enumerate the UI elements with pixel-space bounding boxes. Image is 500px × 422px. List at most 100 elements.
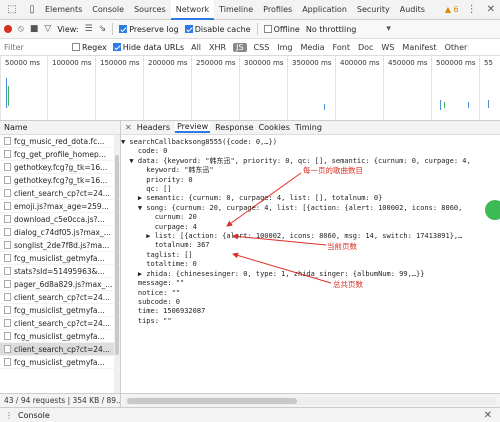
request-marker [444, 102, 445, 108]
request-list-scrollbar[interactable] [114, 135, 120, 393]
timeline-tick: 200000 ms [143, 56, 187, 120]
request-row[interactable]: stats?sId=51495963&... [0, 265, 120, 278]
type-img[interactable]: Img [276, 43, 293, 52]
record-icon[interactable] [4, 25, 12, 33]
request-row[interactable]: client_search_cp?ct=24... [0, 317, 120, 330]
close-detail-icon[interactable]: ✕ [125, 123, 132, 132]
request-row[interactable]: emoji.js?max_age=259... [0, 200, 120, 213]
request-row[interactable]: gethotkey.fcg?g_tk=16... [0, 174, 120, 187]
preview-line: time: 1506932087 [121, 307, 206, 316]
tab-network[interactable]: Network [170, 0, 215, 20]
preview-line: tips: "" [121, 316, 172, 325]
throttling-select[interactable]: No throttling [306, 25, 357, 34]
preview-line: ▶ list: [{action: {alert: 100002, icons:… [121, 232, 463, 241]
request-row[interactable]: fcg_musiclist_getmyfa... [0, 330, 120, 343]
name-column-header[interactable]: Name [0, 121, 120, 135]
file-icon [4, 150, 11, 158]
timeline-tick: 55 [479, 56, 493, 120]
request-row[interactable]: gethotkey.fcg?g_tk=16... [0, 161, 120, 174]
timeline-overview[interactable]: 50000 ms 100000 ms 150000 ms 200000 ms 2… [0, 56, 500, 121]
clear-icon[interactable]: ⦸ [18, 24, 24, 34]
preserve-log-checkbox[interactable]: Preserve log [119, 25, 179, 34]
file-icon [4, 319, 11, 327]
disable-cache-checkbox[interactable]: Disable cache [184, 25, 251, 34]
request-row[interactable]: client_search_cp?ct=24... [0, 187, 120, 200]
type-xhr[interactable]: XHR [208, 43, 227, 52]
detail-tabs: ✕ Headers Preview Response Cookies Timin… [121, 121, 500, 135]
request-row[interactable]: pager_6d8a829.js?max_... [0, 278, 120, 291]
type-media[interactable]: Media [300, 43, 326, 52]
tab-response[interactable]: Response [215, 123, 253, 132]
file-icon [4, 189, 11, 197]
tab-console[interactable]: Console [87, 0, 129, 20]
warning-badge[interactable]: ▲ 6 [442, 5, 462, 14]
type-ws[interactable]: WS [380, 43, 395, 52]
request-row[interactable]: dialog_c74df05.js?max_... [0, 226, 120, 239]
filter-input[interactable] [4, 41, 66, 53]
request-detail: ✕ Headers Preview Response Cookies Timin… [121, 121, 500, 393]
preview-line: totalnum: 367 [121, 241, 210, 250]
request-row[interactable]: fcg_musiclist_getmyfa... [0, 252, 120, 265]
request-name: emoji.js?max_age=259... [14, 201, 109, 211]
more-menu-icon[interactable]: ⋮ [462, 4, 482, 15]
request-name: fcg_music_red_dota.fc... [14, 136, 105, 146]
type-manifest[interactable]: Manifest [401, 43, 437, 52]
drawer-tab-console[interactable]: Console [18, 411, 50, 420]
offline-checkbox[interactable]: Offline [263, 25, 300, 34]
camera-icon[interactable]: ■ [30, 24, 39, 34]
preview-line: totaltime: 0 [121, 260, 197, 269]
scrollbar-thumb[interactable] [115, 155, 119, 355]
type-js[interactable]: JS [233, 42, 247, 52]
tab-elements[interactable]: Elements [40, 0, 87, 20]
preview-line: subcode: 0 [121, 297, 181, 306]
tab-preview[interactable]: Preview [175, 122, 211, 133]
overview-icon[interactable]: ⇘ [99, 24, 107, 34]
request-row[interactable]: client_search_cp?ct=24... [0, 291, 120, 304]
request-row[interactable]: songlist_2de7f8d.js?ma... [0, 239, 120, 252]
tab-profiles[interactable]: Profiles [258, 0, 297, 20]
tab-application[interactable]: Application [297, 0, 352, 20]
tab-security[interactable]: Security [352, 0, 395, 20]
inspect-icon[interactable]: ⬚ [4, 2, 20, 18]
type-other[interactable]: Other [444, 43, 469, 52]
divider [112, 23, 114, 35]
tab-headers[interactable]: Headers [137, 123, 170, 132]
request-row[interactable]: fcg_get_profile_homep... [0, 148, 120, 161]
regex-checkbox[interactable]: Regex [72, 43, 107, 52]
timeline-tick: 300000 ms [239, 56, 283, 120]
hide-data-urls-checkbox[interactable]: Hide data URLs [112, 43, 184, 52]
type-all[interactable]: All [190, 43, 202, 52]
tab-timeline[interactable]: Timeline [214, 0, 258, 20]
horizontal-scrollbar[interactable] [125, 396, 496, 405]
tab-cookies[interactable]: Cookies [259, 123, 290, 132]
timeline-tick: 500000 ms [431, 56, 475, 120]
large-rows-icon[interactable]: ☰ [85, 24, 93, 34]
file-icon [4, 228, 11, 236]
preview-line: notice: "" [121, 288, 181, 297]
type-font[interactable]: Font [332, 43, 351, 52]
json-preview[interactable]: ▼ searchCallbacksong8555({code: 0,…}) co… [121, 135, 500, 326]
device-toggle-icon[interactable]: ▯ [24, 2, 40, 18]
request-row[interactable]: download_c5e0cca.js?... [0, 213, 120, 226]
scrollbar-thumb[interactable] [127, 397, 297, 404]
request-marker [6, 78, 7, 108]
request-row[interactable]: fcg_music_red_dota.fc... [0, 135, 120, 148]
file-icon [4, 241, 11, 249]
type-css[interactable]: CSS [253, 43, 271, 52]
file-icon [4, 293, 11, 301]
tab-sources[interactable]: Sources [129, 0, 171, 20]
request-row[interactable]: fcg_musiclist_getmyfa... [0, 356, 120, 369]
chevron-down-icon[interactable]: ▾ [386, 24, 391, 34]
file-icon [4, 254, 11, 262]
preview-line: qc: [] [121, 185, 172, 194]
tab-audits[interactable]: Audits [395, 0, 430, 20]
close-drawer-icon[interactable]: ✕ [484, 410, 500, 421]
type-doc[interactable]: Doc [357, 43, 374, 52]
tab-timing[interactable]: Timing [295, 123, 322, 132]
request-row[interactable]: client_search_cp?ct=24... [0, 343, 120, 356]
request-row[interactable]: fcg_musiclist_getmyfa... [0, 304, 120, 317]
filter-icon[interactable]: ▽ [44, 24, 51, 34]
tick-label: 400000 ms [340, 59, 380, 67]
close-icon[interactable]: ✕ [482, 4, 500, 15]
drawer-menu-icon[interactable]: ⋮ [0, 411, 18, 420]
